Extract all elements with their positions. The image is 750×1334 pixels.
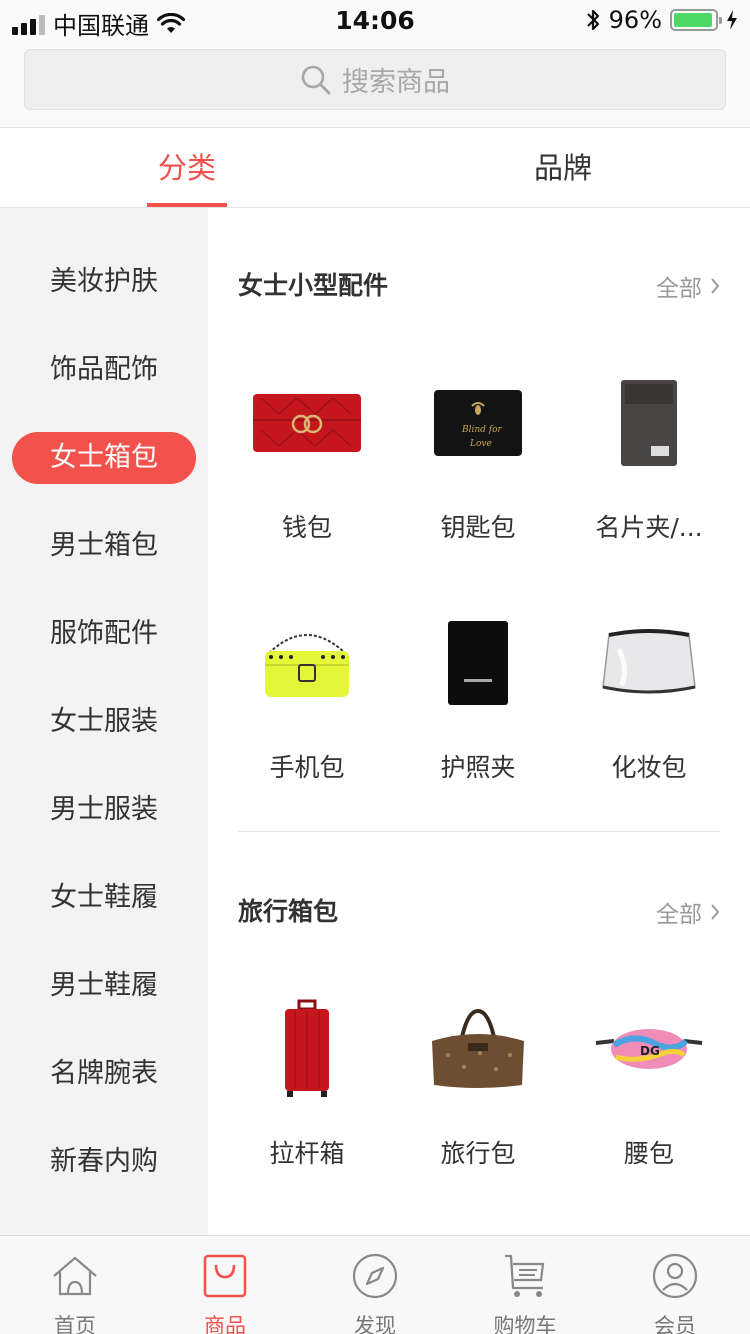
red-trolley-case-image <box>247 994 367 1104</box>
tab-label: 商品 <box>204 1314 246 1334</box>
category-item[interactable]: 护照夹 <box>393 608 563 784</box>
chevron-right-icon <box>711 904 720 920</box>
category-item[interactable]: Blind for Love 钥匙包 <box>393 368 563 544</box>
status-right: 96% <box>585 6 738 34</box>
sidebar-item-apparel-accessories[interactable]: 服饰配件 <box>12 608 196 660</box>
cart-icon <box>497 1250 553 1302</box>
belt-bag-image: DG <box>589 994 709 1104</box>
category-item[interactable]: DG 腰包 <box>564 994 734 1170</box>
section-divider <box>238 831 720 832</box>
view-all-link[interactable]: 全部 <box>656 269 720 303</box>
tab-home[interactable]: 首页 <box>0 1236 150 1334</box>
category-item-label: 护照夹 <box>440 753 516 782</box>
category-item-label: 手机包 <box>269 753 345 782</box>
svg-text:Blind for: Blind for <box>461 425 503 435</box>
sidebar-item-mens-bags[interactable]: 男士箱包 <box>12 520 196 572</box>
tab-label: 会员 <box>654 1314 696 1334</box>
sidebar-item-mens-shoes[interactable]: 男士鞋履 <box>12 960 196 1012</box>
bottom-tab-bar: 首页 商品 发现 购物车 会员 <box>0 1235 750 1334</box>
sidebar-item-beauty[interactable]: 美妆护肤 <box>12 256 196 308</box>
category-item-label: 拉杆箱 <box>269 1139 345 1168</box>
category-item[interactable]: 化妆包 <box>564 608 734 784</box>
sidebar-item-watches[interactable]: 名牌腕表 <box>12 1048 196 1100</box>
sidebar-item-womens-clothing[interactable]: 女士服装 <box>12 696 196 748</box>
member-icon <box>647 1250 703 1302</box>
category-item-label: 名片夹/... <box>595 513 703 542</box>
black-key-case-image: Blind for Love <box>418 368 538 478</box>
search-icon <box>301 65 331 94</box>
sidebar-item-new-year-sale[interactable]: 新春内购 <box>12 1136 196 1188</box>
category-item[interactable]: 钱包 <box>222 368 392 544</box>
status-bar: 中国联通 14:06 96% <box>0 0 750 40</box>
sidebar-item-womens-bags[interactable]: 女士箱包 <box>12 432 196 484</box>
tab-member[interactable]: 会员 <box>600 1236 750 1334</box>
category-item[interactable]: 旅行包 <box>393 994 563 1170</box>
battery-icon <box>670 9 722 31</box>
category-sidebar: 美妆护肤 饰品配饰 女士箱包 男士箱包 服饰配件 女士服装 男士服装 女士鞋履 … <box>0 208 208 1235</box>
section-title: 旅行箱包 <box>238 897 339 926</box>
bluetooth-icon <box>586 9 599 31</box>
charging-icon <box>727 10 737 30</box>
category-item-label: 化妆包 <box>611 753 687 782</box>
battery-percent: 96% <box>608 6 662 34</box>
red-wallet-image <box>247 368 367 478</box>
category-item-label: 腰包 <box>623 1139 674 1168</box>
sidebar-item-womens-shoes[interactable]: 女士鞋履 <box>12 872 196 924</box>
view-all-label: 全部 <box>656 902 702 928</box>
shopping-bag-icon <box>197 1250 253 1302</box>
svg-text:Love: Love <box>469 439 492 449</box>
black-passport-holder-image <box>418 608 538 718</box>
card-holder-image <box>589 368 709 478</box>
home-icon <box>47 1250 103 1302</box>
category-item-label: 旅行包 <box>440 1139 516 1168</box>
search-input[interactable]: 搜索商品 <box>24 49 726 110</box>
search-bar-container: 搜索商品 <box>0 40 750 128</box>
tab-cart[interactable]: 购物车 <box>450 1236 600 1334</box>
tab-label: 首页 <box>54 1314 96 1334</box>
category-tabs: 分类 品牌 <box>0 128 750 208</box>
tab-products[interactable]: 商品 <box>150 1236 300 1334</box>
section-title: 女士小型配件 <box>238 271 389 300</box>
category-item-label: 钱包 <box>281 513 332 542</box>
sidebar-item-accessories[interactable]: 饰品配饰 <box>12 344 196 396</box>
chevron-right-icon <box>711 278 720 294</box>
category-item[interactable]: 拉杆箱 <box>222 994 392 1170</box>
clear-cosmetic-bag-image <box>589 608 709 718</box>
svg-text:DG: DG <box>640 1044 660 1058</box>
view-all-label: 全部 <box>656 276 702 302</box>
tab-discover[interactable]: 发现 <box>300 1236 450 1334</box>
duffel-bag-image <box>418 994 538 1104</box>
tab-label: 发现 <box>354 1314 396 1334</box>
view-all-link[interactable]: 全部 <box>656 895 720 929</box>
yellow-phone-bag-image <box>247 608 367 718</box>
sidebar-item-mens-clothing[interactable]: 男士服装 <box>12 784 196 836</box>
tab-brand[interactable]: 品牌 <box>488 128 638 208</box>
category-content: 女士小型配件 全部 钱包 Blind for Love 钥匙包 名片夹/... … <box>208 208 750 1235</box>
tab-category[interactable]: 分类 <box>112 128 262 208</box>
category-item[interactable]: 名片夹/... <box>564 368 734 544</box>
tab-label: 购物车 <box>493 1314 557 1334</box>
active-tab-indicator <box>147 203 227 207</box>
compass-icon <box>347 1250 403 1302</box>
search-placeholder: 搜索商品 <box>342 67 450 98</box>
category-item-label: 钥匙包 <box>440 513 516 542</box>
category-item[interactable]: 手机包 <box>222 608 392 784</box>
